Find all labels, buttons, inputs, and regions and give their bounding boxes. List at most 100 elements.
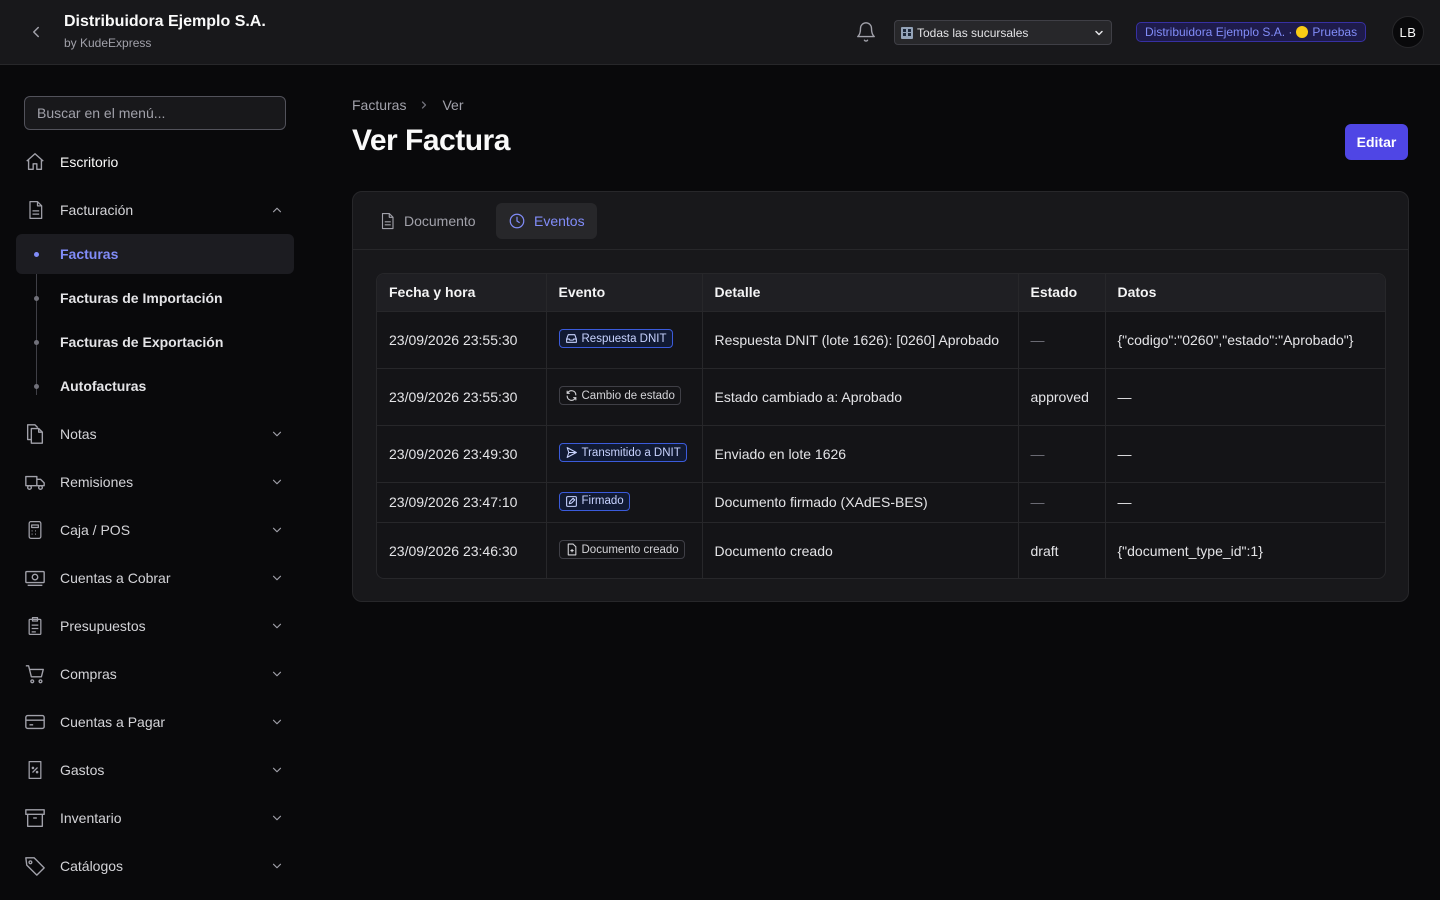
sidebar-item-label: Presupuestos <box>60 618 146 634</box>
cell-evento: Documento creado <box>546 522 703 578</box>
events-table: Fecha y hora Evento Detalle Estado Datos… <box>376 273 1386 579</box>
sidebar: Escritorio Facturación Facturas Facturas… <box>0 65 310 900</box>
pen-icon <box>565 495 578 508</box>
truck-icon <box>24 471 46 493</box>
branch-select-value: Todas las sucursales <box>917 25 1029 40</box>
clock-icon <box>508 212 526 230</box>
column-header-fecha[interactable]: Fecha y hora <box>377 274 547 312</box>
chevron-down-icon <box>270 427 284 441</box>
breadcrumb-current: Ver <box>442 97 464 113</box>
chevron-down-icon <box>270 571 284 585</box>
cell-fecha: 23/09/2026 23:49:30 <box>377 425 547 483</box>
cell-datos: {"document_type_id":1} <box>1117 542 1263 559</box>
cell-estado: approved <box>1018 368 1106 426</box>
bullet-icon <box>34 384 39 389</box>
cell-evento: Transmitido a DNIT <box>546 425 703 483</box>
event-badge-label: Transmitido a DNIT <box>581 446 681 459</box>
sidebar-subitem-label: Facturas de Importación <box>60 290 223 306</box>
breadcrumb-link-facturas[interactable]: Facturas <box>352 97 406 113</box>
cell-datos: — <box>1105 368 1385 426</box>
tab-label: Documento <box>404 213 476 229</box>
chevron-down-icon <box>1093 27 1105 39</box>
credit-card-icon <box>24 711 46 733</box>
yellow-circle-icon <box>1296 26 1309 38</box>
column-header-estado[interactable]: Estado <box>1018 274 1106 312</box>
chevron-down-icon <box>270 763 284 777</box>
sidebar-item-label: Inventario <box>60 810 122 826</box>
branch-select[interactable]: Todas las sucursales <box>894 20 1112 45</box>
cell-evento: Cambio de estado <box>546 368 703 426</box>
cell-detalle: Estado cambiado a: Aprobado <box>702 368 1019 426</box>
bullet-icon <box>34 252 39 257</box>
document-icon <box>24 199 46 221</box>
sidebar-subitem-facturas-exportacion[interactable]: Facturas de Exportación <box>16 322 294 362</box>
event-badge-label: Firmado <box>581 495 624 507</box>
column-header-datos[interactable]: Datos <box>1105 274 1385 312</box>
sidebar-item-facturacion[interactable]: Facturación <box>16 190 294 230</box>
sidebar-item-label: Remisiones <box>60 474 134 490</box>
calculator-icon <box>24 519 46 541</box>
chevron-down-icon <box>270 667 284 681</box>
column-header-detalle[interactable]: Detalle <box>702 274 1019 312</box>
chevron-down-icon <box>270 523 284 537</box>
event-badge: Transmitido a DNIT <box>558 443 687 462</box>
sidebar-item-catalogos[interactable]: Catálogos <box>16 846 294 886</box>
cell-datos: — <box>1105 425 1385 483</box>
sidebar-item-remisiones[interactable]: Remisiones <box>16 462 294 502</box>
sidebar-item-label: Facturación <box>60 202 134 218</box>
sidebar-subitem-label: Facturas de Exportación <box>60 334 224 350</box>
sidebar-item-notas[interactable]: Notas <box>16 414 294 454</box>
cell-datos: {"codigo":"0260","estado":"Aprobado"} <box>1105 311 1385 369</box>
sidebar-item-compras[interactable]: Compras <box>16 654 294 694</box>
tag-icon <box>24 855 46 877</box>
tab-documento[interactable]: Documento <box>366 203 488 239</box>
notifications-button[interactable] <box>855 21 877 43</box>
sidebar-subitem-facturas-importacion[interactable]: Facturas de Importación <box>16 278 294 318</box>
event-badge: Cambio de estado <box>558 386 681 405</box>
table-row: 23/09/2026 23:47:10 Firmado Documento fi… <box>377 482 1385 523</box>
cell-estado: — <box>1018 311 1106 369</box>
chevron-down-icon <box>270 619 284 633</box>
chevron-down-icon <box>270 859 284 873</box>
sidebar-item-inventario[interactable]: Inventario <box>16 798 294 838</box>
sidebar-subitem-autofacturas[interactable]: Autofacturas <box>16 366 294 406</box>
refresh-icon <box>565 389 578 402</box>
company-title: Distribuidora Ejemplo S.A. <box>64 13 266 30</box>
sidebar-item-label: Cuentas a Cobrar <box>60 570 171 586</box>
sidebar-item-presupuestos[interactable]: Presupuestos <box>16 606 294 646</box>
cart-icon <box>24 663 46 685</box>
cell-detalle: Documento creado <box>702 522 1019 578</box>
sidebar-item-cuentas-pagar[interactable]: Cuentas a Pagar <box>16 702 294 742</box>
sidebar-item-label: Notas <box>60 426 97 442</box>
tab-eventos[interactable]: Eventos <box>496 203 597 239</box>
inbox-icon <box>565 332 578 345</box>
event-badge: Firmado <box>558 491 630 511</box>
sidebar-item-cuentas-cobrar[interactable]: Cuentas a Cobrar <box>16 558 294 598</box>
back-button[interactable] <box>24 20 48 44</box>
sidebar-item-label: Escritorio <box>60 154 119 170</box>
files-icon <box>24 423 46 445</box>
sidebar-item-gastos[interactable]: Gastos <box>16 750 294 790</box>
event-badge-label: Cambio de estado <box>581 389 675 402</box>
chevron-left-icon <box>33 26 39 38</box>
company-environment-badge: Distribuidora Ejemplo S.A. · Pruebas <box>1136 22 1367 42</box>
column-header-evento[interactable]: Evento <box>546 274 703 312</box>
cell-detalle: Enviado en lote 1626 <box>702 425 1019 483</box>
edit-button[interactable]: Editar <box>1345 124 1408 160</box>
bullet-icon <box>34 296 39 301</box>
cell-datos: — <box>1105 482 1385 523</box>
table-row: 23/09/2026 23:55:30 Respuesta DNIT Respu… <box>377 311 1385 369</box>
page-title: Ver Factura <box>352 124 510 157</box>
sidebar-item-caja-pos[interactable]: Caja / POS <box>16 510 294 550</box>
company-badge-name: Distribuidora Ejemplo S.A. · <box>1145 25 1293 39</box>
sidebar-subitem-facturas[interactable]: Facturas <box>16 234 294 274</box>
table-row: 23/09/2026 23:49:30 Transmitido a DNIT E… <box>377 425 1385 483</box>
event-badge: Respuesta DNIT <box>558 329 673 348</box>
menu-search-input[interactable] <box>24 96 286 130</box>
table-row: 23/09/2026 23:55:30 Cambio de estado Est… <box>377 368 1385 426</box>
chevron-down-icon <box>270 475 284 489</box>
sidebar-item-escritorio[interactable]: Escritorio <box>16 142 294 182</box>
building-icon <box>901 26 913 39</box>
cash-icon <box>24 567 46 589</box>
user-avatar[interactable]: LB <box>1392 16 1424 48</box>
